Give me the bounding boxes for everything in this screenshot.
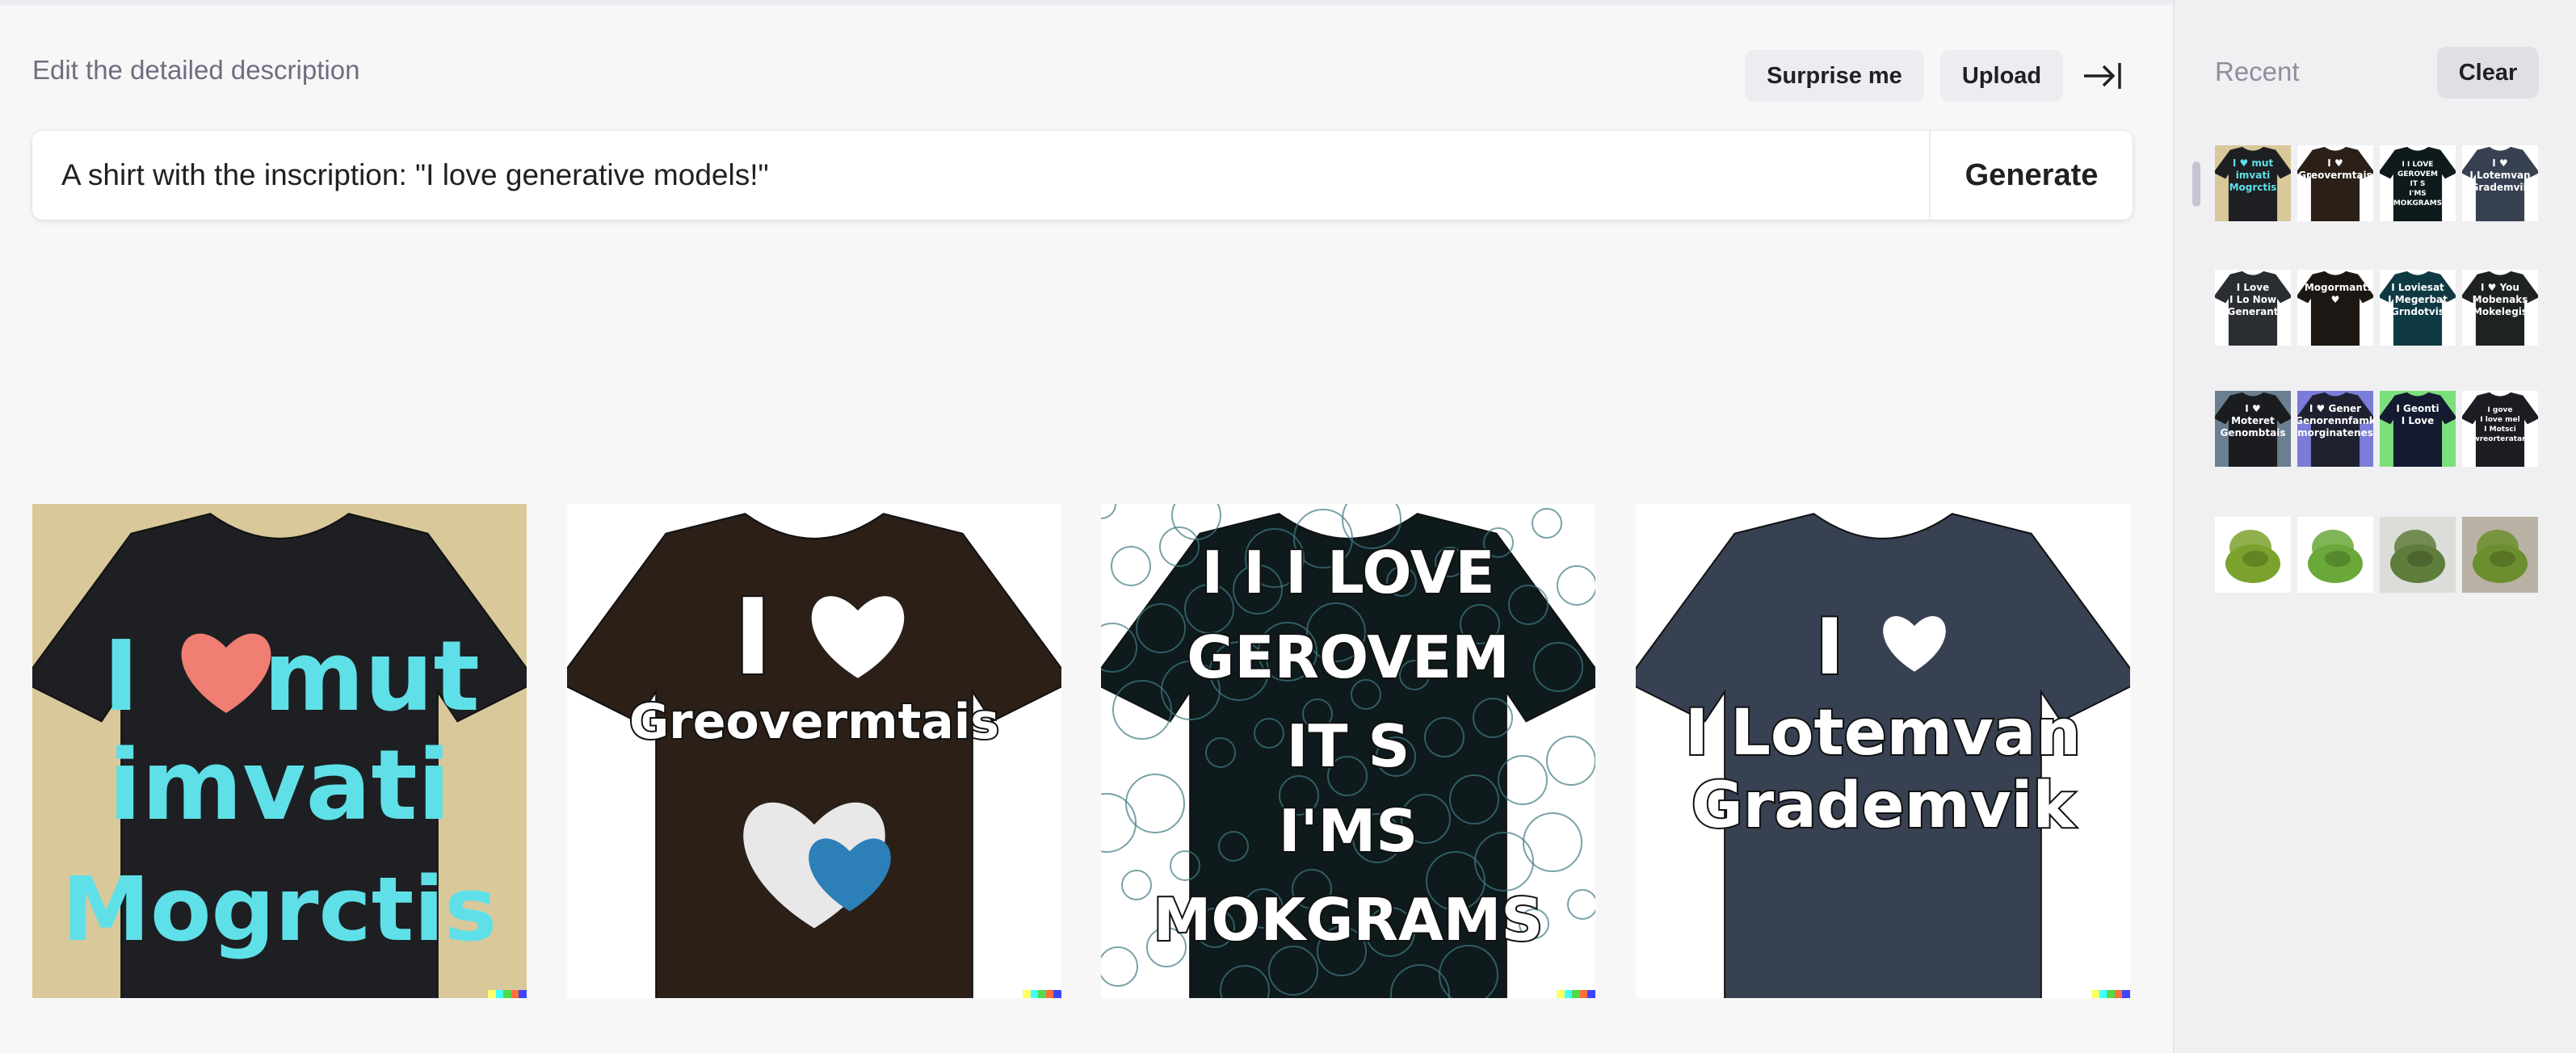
thumbnail-text: Grademvik [2470, 182, 2530, 193]
shirt-text: I [1815, 603, 1843, 692]
recent-row: I ♥ mut imvati Mogrctis I ♥ Greovermtais I I … [2215, 145, 2538, 221]
signature-mark [488, 990, 527, 998]
thumbnail-text: Moteret [2231, 415, 2275, 426]
shirt-text: I'MS [1279, 797, 1418, 865]
thumbnail-text: I Lo Now [2229, 294, 2276, 305]
shirt-text: I I I LOVE [1201, 539, 1494, 606]
thumbnail-text: Greovermtais [2298, 170, 2372, 181]
recent-thumbnail-shirt[interactable]: I Loviesat I Megerbat Grndotvis [2380, 270, 2456, 346]
shirt-text: imvati [108, 730, 451, 842]
thumbnail-text: I Love [2402, 415, 2435, 426]
recent-title: Recent [2215, 57, 2300, 86]
results-grid: Imut imvati Mogrctis I Greovermtais I I I LOV… [32, 504, 2133, 998]
recent-thumbnail-shirt[interactable]: I ♥ You Mobenaks Mokelegis [2462, 270, 2538, 346]
thumbnail-text: ♥ [2331, 294, 2340, 305]
recent-thumbnail-shirt[interactable]: I ♥ Greovermtais [2297, 145, 2373, 221]
thumbnail-text: Mokelegis [2473, 306, 2528, 317]
recent-thumbnail-chair[interactable] [2215, 517, 2291, 593]
recent-thumbnail-shirt[interactable]: I ♥ mut imvati Mogrctis [2215, 145, 2291, 221]
recent-thumbnail-shirt[interactable]: I Mogormants ♥ [2297, 270, 2373, 346]
shirt-illustration: II LotemvanGrademvik [1636, 504, 2130, 998]
scrollbar-thumb[interactable] [2192, 162, 2200, 207]
signature-mark [2091, 990, 2130, 998]
recent-thumbnail-shirt[interactable]: I Geonti I Love [2380, 391, 2456, 467]
generate-button[interactable]: Generate [1931, 131, 2133, 220]
shirt-illustration: Imutimvati Mogrctis [32, 504, 527, 998]
thumbnail-text: I Motsci [2484, 426, 2516, 434]
thumbnail-text: Generant [2228, 306, 2279, 317]
description-label: Edit the detailed description [32, 55, 360, 85]
thumbnail-text: I ♥ [2245, 403, 2260, 414]
thumbnail-text: I Mogormants [2297, 282, 2373, 293]
recent-thumbnail-shirt[interactable]: I I LOVE GEROVEM IT S I'MS MOKGRAMS [2380, 145, 2456, 221]
thumbnail-text: I Loviesat [2391, 282, 2444, 293]
thumbnail-text: I Love [2237, 282, 2270, 293]
shirt-text: MOKGRAMS [1154, 886, 1543, 954]
recent-row [2215, 517, 2538, 593]
signature-mark [1023, 990, 1061, 998]
result-image[interactable]: I Greovermtais [567, 504, 1061, 998]
result-image[interactable]: I I I LOVE GEROVEM IT S I'MS MOKGRAMS [1101, 504, 1595, 998]
thumbnail-text: I Megerbat [2388, 294, 2448, 305]
prompt-input[interactable]: A shirt with the inscription: "I love ge… [32, 131, 1929, 220]
recent-thumbnail-shirt[interactable]: I ♥ Gener Genorennfamk morginatenes [2297, 391, 2373, 467]
recent-thumbnail-chair[interactable] [2297, 517, 2373, 593]
thumbnail-text: wreorteratan [2473, 435, 2527, 443]
shirt-text: GEROVEM [1187, 623, 1510, 691]
shirt-text: Grademvik [1691, 770, 2077, 842]
thumbnail-text: MOKGRAMS [2393, 199, 2442, 208]
recent-thumbnail-chair[interactable] [2380, 517, 2456, 593]
thumbnail-text: Genombtais [2221, 427, 2286, 438]
thumbnail-text: I'MS [2409, 190, 2427, 198]
upload-button[interactable]: Upload [1940, 50, 2063, 102]
recent-row: I ♥ Moteret Genombtais I ♥ Gener Genorennfam… [2215, 391, 2538, 467]
shirt-illustration: I I I LOVE GEROVEM IT S I'MS MOKGRAMS [1101, 504, 1595, 998]
signature-mark [1557, 990, 1595, 998]
shirt-text: I Lotemvan [1685, 697, 2081, 770]
thumbnail-text: I ♥ [2492, 157, 2507, 169]
recent-panel: Recent Clear I ♥ mut imvati Mogrctis I ♥ Gre… [2173, 0, 2576, 1053]
thumbnail-text: Grndotvis [2391, 306, 2444, 317]
shirt-text: mut [263, 621, 480, 733]
thumbnail-text: I love mel [2480, 416, 2519, 424]
thumbnail-text: Mogrctis [2229, 182, 2277, 193]
thumbnail-text: GEROVEM [2397, 170, 2438, 178]
result-image[interactable]: Imut imvati Mogrctis [32, 504, 527, 998]
recent-thumbnail-shirt[interactable]: I Love I Lo Now Generant [2215, 270, 2291, 346]
collapse-panel-icon[interactable] [2082, 58, 2123, 94]
thumbnail-text: Mobenaks [2473, 294, 2528, 305]
thumbnail-text: I I LOVE [2402, 161, 2434, 169]
recent-row: I Love I Lo Now Generant I Mogormants ♥ I Lov… [2215, 270, 2538, 346]
shirt-text: Mogrctis [62, 858, 498, 961]
surprise-me-button[interactable]: Surprise me [1745, 50, 1924, 102]
editor-area: Edit the detailed description Surprise m… [0, 5, 2173, 1053]
thumbnail-text: I ♥ Gener [2309, 403, 2361, 414]
recent-thumbnail-shirt[interactable]: I ♥ Moteret Genombtais [2215, 391, 2291, 467]
recent-thumbnail-chair[interactable] [2462, 517, 2538, 593]
thumbnail-text: morginatenes [2297, 427, 2373, 438]
recent-thumbnail-shirt[interactable]: I gove I love mel I Motsci wreorteratan [2462, 391, 2538, 467]
thumbnail-text: I Lotemvan [2469, 170, 2530, 181]
recent-thumbnail-shirt[interactable]: I ♥ I Lotemvan Grademvik [2462, 145, 2538, 221]
clear-button[interactable]: Clear [2437, 47, 2539, 99]
thumbnail-text: I ♥ [2327, 157, 2343, 169]
thumbnail-text: I gove [2487, 406, 2512, 414]
result-image[interactable]: II Lotemvan Grademvik [1636, 504, 2130, 998]
shirt-text: IT S [1287, 712, 1410, 780]
thumbnail-text: I Geonti [2396, 403, 2439, 414]
thumbnail-text: I ♥ You [2481, 282, 2519, 293]
shirt-text: I [733, 576, 772, 699]
thumbnail-text: imvati [2236, 170, 2270, 181]
shirt-illustration: IGreovermtais [567, 504, 1061, 998]
shirt-text: Greovermtais [629, 694, 999, 750]
thumbnail-text: IT S [2410, 180, 2425, 188]
shirt-text: I [103, 621, 140, 733]
thumbnail-text: Genorennfamk [2297, 415, 2373, 426]
prompt-bar: A shirt with the inscription: "I love ge… [32, 131, 2133, 220]
thumbnail-text: I ♥ mut [2233, 157, 2274, 169]
